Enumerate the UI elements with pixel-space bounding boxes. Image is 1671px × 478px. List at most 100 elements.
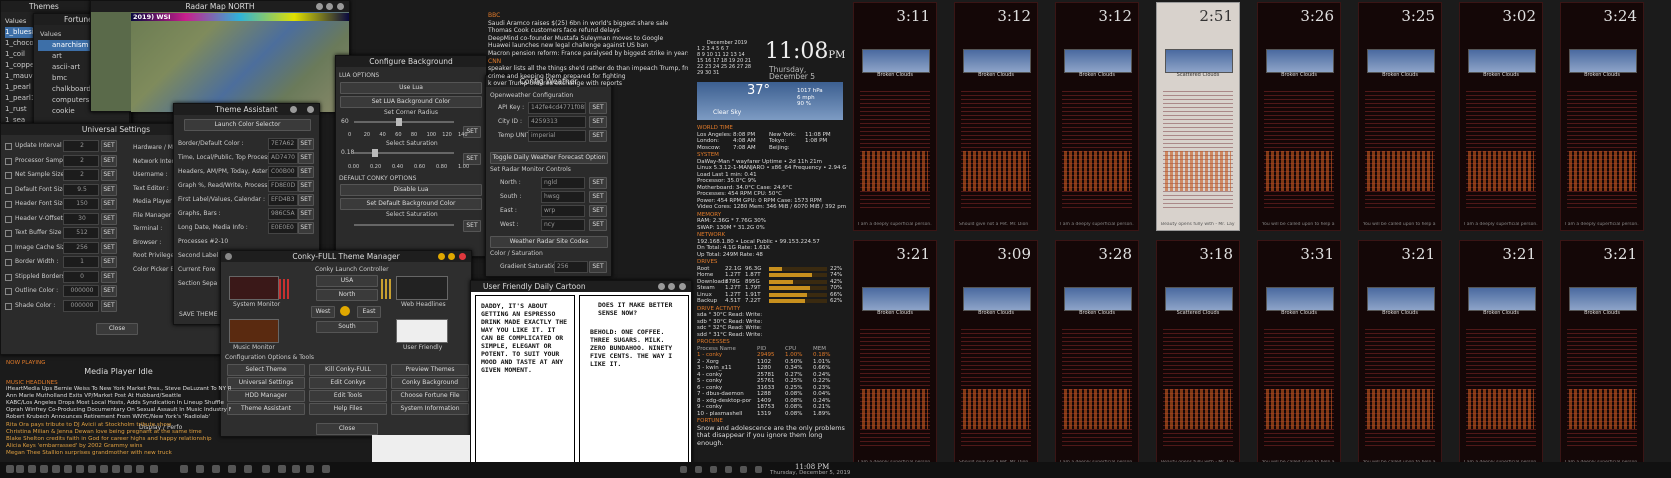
checkbox[interactable] bbox=[5, 215, 12, 223]
tray-icon[interactable] bbox=[710, 466, 717, 473]
radar-field-input[interactable]: ncy bbox=[541, 219, 585, 231]
set-button[interactable]: SET bbox=[589, 205, 607, 217]
taskbar-app-icon[interactable] bbox=[52, 465, 60, 473]
saturation2-slider[interactable] bbox=[354, 224, 454, 226]
set-button[interactable]: SET bbox=[101, 140, 117, 152]
set-button[interactable]: SET bbox=[298, 222, 314, 234]
tool-button[interactable]: Select Theme bbox=[227, 364, 305, 376]
theme-item[interactable]: 1_pearl bbox=[5, 82, 35, 93]
taskbar-app-icon[interactable] bbox=[228, 465, 236, 473]
taskbar-app-icon[interactable] bbox=[278, 465, 286, 473]
minimize-icon[interactable] bbox=[316, 3, 323, 10]
tool-button[interactable]: Kill Conky-FULL bbox=[309, 364, 387, 376]
set-button[interactable]: SET bbox=[101, 285, 117, 297]
checkbox[interactable] bbox=[5, 259, 12, 266]
weather-field-input[interactable]: 4259313 bbox=[528, 116, 586, 128]
set-button[interactable]: SET bbox=[101, 198, 117, 210]
color-input[interactable]: AD7470 bbox=[268, 152, 298, 164]
setting-input[interactable]: 000000 bbox=[63, 285, 99, 297]
set-button[interactable]: SET bbox=[589, 177, 607, 189]
set-button[interactable]: SET bbox=[298, 138, 314, 150]
tool-button[interactable]: Choose Fortune File bbox=[391, 390, 469, 402]
setting-input[interactable]: 512 bbox=[63, 227, 99, 239]
theme-item[interactable]: 1_mauve bbox=[5, 71, 37, 82]
taskbar-app-icon[interactable] bbox=[40, 465, 48, 473]
theme-manager-titlebar[interactable]: Conky-FULL Theme Manager bbox=[221, 251, 471, 262]
taskbar-app-icon[interactable] bbox=[28, 465, 36, 473]
usa-button[interactable]: USA bbox=[316, 275, 378, 287]
set-button[interactable]: SET bbox=[101, 227, 117, 239]
news-line[interactable]: speaker lists all the things she'd rathe… bbox=[488, 65, 688, 73]
close-icon[interactable] bbox=[307, 106, 314, 113]
checkbox[interactable] bbox=[5, 288, 12, 295]
close-icon[interactable] bbox=[679, 283, 686, 290]
set-button[interactable]: SET bbox=[589, 130, 607, 142]
tool-button[interactable]: Conky Background bbox=[391, 377, 469, 389]
taskbar-app-icon[interactable] bbox=[322, 465, 330, 473]
theme-item[interactable]: 1_copper bbox=[5, 60, 37, 71]
cartoon-titlebar[interactable]: User Friendly Daily Cartoon bbox=[471, 281, 691, 292]
headline[interactable]: Alicia Keys 'embarrassed' by 2002 Grammy… bbox=[6, 443, 231, 450]
color-input[interactable]: 7E7A62 bbox=[268, 138, 298, 150]
checkbox[interactable] bbox=[5, 172, 12, 179]
north-button[interactable]: North bbox=[316, 289, 378, 301]
news-line[interactable]: DeepMind co-founder Mustafa Suleyman mov… bbox=[488, 35, 688, 43]
checkbox[interactable] bbox=[5, 244, 12, 252]
minimize-icon[interactable] bbox=[658, 283, 665, 290]
taskbar-app-icon[interactable] bbox=[76, 465, 84, 473]
checkbox[interactable] bbox=[5, 143, 12, 150]
theme-item[interactable]: 1_rust bbox=[5, 104, 35, 115]
set-button[interactable]: SET bbox=[101, 183, 117, 196]
weather-radar-sites-button[interactable]: Weather Radar Site Codes bbox=[490, 236, 608, 248]
tray-icon[interactable] bbox=[695, 466, 702, 473]
set-button[interactable]: SET bbox=[101, 212, 117, 225]
setting-input[interactable]: 000000 bbox=[63, 299, 99, 312]
news-line[interactable]: Huawei launches new legal challenge agai… bbox=[488, 42, 688, 50]
tool-button[interactable]: HDD Manager bbox=[227, 390, 305, 402]
headline[interactable]: Christina Milian & Jenna Dewan love bein… bbox=[6, 429, 231, 436]
weather-field-input[interactable]: 142fe4cd4771f08b4b8 bbox=[528, 102, 586, 114]
set-button[interactable]: SET bbox=[589, 116, 607, 128]
checkbox[interactable] bbox=[5, 157, 12, 165]
maximize-icon[interactable] bbox=[326, 3, 333, 10]
tray-icon[interactable] bbox=[740, 466, 747, 473]
checkbox[interactable] bbox=[5, 186, 12, 194]
theme-item[interactable]: 1_pearl1 bbox=[5, 93, 35, 104]
setting-input[interactable]: 256 bbox=[63, 241, 99, 254]
setting-input[interactable]: 30 bbox=[63, 212, 99, 225]
set-button[interactable]: SET bbox=[101, 256, 117, 268]
color-input[interactable]: E0E0E0 bbox=[268, 222, 298, 234]
checkbox[interactable] bbox=[5, 302, 12, 310]
set-button[interactable]: SET bbox=[589, 102, 607, 114]
set-default-background-button[interactable]: Set Default Background Color bbox=[340, 198, 482, 210]
saturation-slider[interactable] bbox=[354, 149, 454, 157]
tool-button[interactable]: Edit Conkys bbox=[309, 377, 387, 389]
disable-lua-button[interactable]: Disable Lua bbox=[340, 184, 482, 196]
news-line[interactable]: Thomas Cook customers face refund delays bbox=[488, 27, 688, 35]
set-button[interactable]: SET bbox=[298, 180, 314, 192]
tool-button[interactable]: Preview Themes bbox=[391, 364, 469, 376]
set-button[interactable]: SET bbox=[589, 219, 607, 231]
checkbox[interactable] bbox=[5, 273, 12, 281]
tool-button[interactable]: Universal Settings bbox=[227, 377, 305, 389]
news-line[interactable]: k over Trump-ordered exchange with repor… bbox=[488, 80, 688, 88]
minimize-icon[interactable] bbox=[290, 106, 297, 113]
system-monitor-thumbnail[interactable] bbox=[229, 276, 279, 300]
minimize-icon[interactable] bbox=[438, 253, 445, 260]
headline[interactable]: KABC/Los Angeles Drops Most Local Hosts,… bbox=[6, 400, 231, 407]
tool-button[interactable]: System Information bbox=[391, 403, 469, 415]
tray-icon[interactable] bbox=[755, 466, 762, 473]
theme-item[interactable]: 1_coil bbox=[5, 49, 35, 60]
radar-field-input[interactable]: wrp bbox=[541, 205, 585, 217]
maximize-icon[interactable] bbox=[448, 253, 455, 260]
headline[interactable]: Ann Marie Mutholland Exits VP/Market Pos… bbox=[6, 393, 231, 400]
radar-field-input[interactable]: hwsg bbox=[541, 191, 585, 203]
tray-icon[interactable] bbox=[680, 466, 687, 473]
set-button[interactable]: SET bbox=[298, 152, 314, 164]
taskbar-app-icon[interactable] bbox=[124, 465, 132, 473]
set-button[interactable]: SET bbox=[298, 194, 314, 206]
setting-input[interactable]: 0 bbox=[63, 270, 99, 283]
headline[interactable]: Rita Ora pays tribute to DJ Avicii at St… bbox=[6, 422, 231, 429]
news-line[interactable]: Macron pension reform: France paralysed … bbox=[488, 50, 688, 58]
gradient-saturation-input[interactable]: 256 bbox=[554, 261, 588, 273]
